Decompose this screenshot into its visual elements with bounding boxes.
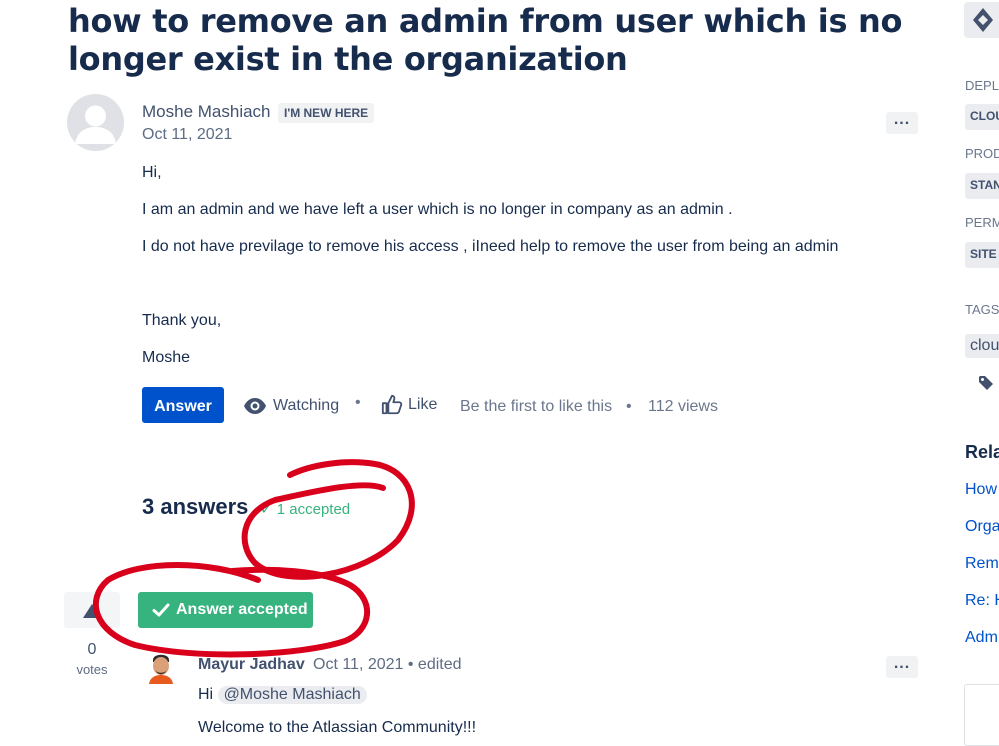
new-member-badge: I'M NEW HERE	[278, 103, 375, 123]
views-count: 112 views	[648, 398, 718, 415]
separator-dot: •	[626, 398, 632, 415]
upvote-button[interactable]	[64, 592, 120, 628]
accepted-count-label: 1 accepted	[276, 501, 351, 518]
page-title: how to remove an admin from user which i…	[68, 2, 903, 78]
watching-label: Watching	[273, 397, 340, 414]
tag-icon[interactable]	[978, 375, 994, 396]
body-line-2: I do not have previlage to remove his ac…	[142, 238, 839, 255]
product-chip[interactable]: STAN	[965, 173, 999, 199]
first-like-text: Be the first to like this	[460, 398, 613, 415]
body-line-signature: Moshe	[142, 349, 191, 366]
answer-button[interactable]: Answer	[142, 387, 224, 423]
separator-dot: •	[355, 394, 361, 411]
like-thumb-icon	[381, 394, 403, 415]
jira-diamond-icon	[973, 8, 993, 32]
related-heading: Rela	[965, 442, 999, 462]
answer-greeting-word: Hi	[198, 686, 214, 703]
check-icon: ✓	[260, 501, 273, 518]
author-name[interactable]: Moshe Mashiach	[142, 102, 271, 122]
vote-label: votes	[76, 662, 108, 677]
sidebar-card	[964, 684, 999, 746]
like-label: Like	[408, 396, 438, 413]
answer-greeting: Hi @Moshe Mashiach	[198, 686, 367, 704]
deployment-label: DEPLO	[965, 78, 999, 93]
permissions-label: PERM	[965, 215, 999, 230]
body-line-greeting: Hi,	[142, 164, 162, 181]
body-line-thanks: Thank you,	[142, 312, 222, 329]
user-mention[interactable]: @Moshe Mashiach	[217, 686, 367, 704]
post-date: Oct 11, 2021	[142, 126, 233, 143]
product-icon-box[interactable]	[964, 2, 999, 38]
answer-more-button[interactable]: ...	[886, 656, 918, 678]
user-avatar-icon	[149, 654, 173, 684]
upvote-triangle-icon	[83, 604, 101, 618]
permissions-chip[interactable]: SITE	[965, 242, 999, 268]
related-link[interactable]: Re: H	[965, 592, 999, 610]
related-link[interactable]: Orga	[965, 518, 999, 536]
product-label: PROD	[965, 146, 999, 161]
deployment-chip[interactable]: CLOU	[965, 104, 999, 130]
related-link[interactable]: Adm	[965, 629, 998, 647]
tag-chip[interactable]: clou	[965, 334, 999, 358]
answer-accepted-label: Answer accepted	[176, 601, 308, 618]
answer-welcome-line: Welcome to the Atlassian Community!!!	[198, 719, 477, 736]
answers-count: 3 answers	[142, 494, 249, 519]
accepted-count: ✓ 1 accepted	[260, 500, 350, 518]
answer-meta: Oct 11, 2021 • edited	[313, 656, 462, 673]
author-avatar[interactable]	[67, 94, 124, 151]
vote-count: 0	[87, 641, 97, 658]
related-link[interactable]: Remo	[965, 555, 999, 573]
watch-eye-icon	[244, 398, 266, 414]
check-icon	[152, 603, 170, 617]
user-avatar-icon	[75, 105, 116, 144]
like-button[interactable]: Like	[381, 394, 437, 416]
body-line-1: I am an admin and we have left a user wh…	[142, 201, 733, 218]
watching-button[interactable]: Watching	[243, 394, 339, 418]
answer-author-name[interactable]: Mayur Jadhav	[198, 656, 305, 674]
answer-author-avatar[interactable]	[147, 650, 175, 684]
question-more-button[interactable]: ...	[886, 112, 918, 134]
related-link[interactable]: How	[965, 481, 997, 499]
tags-label: TAGS	[965, 302, 999, 317]
answer-accepted-badge: Answer accepted	[138, 592, 313, 628]
